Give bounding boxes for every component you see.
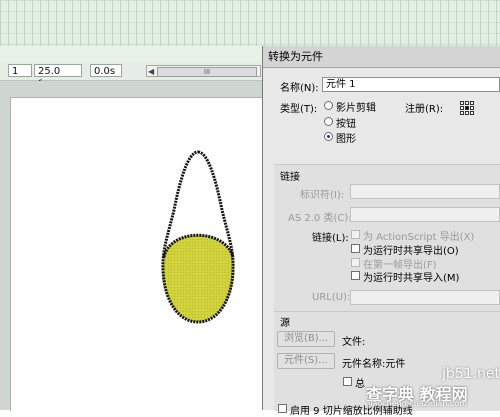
source-section-title: 源 [280,318,290,329]
type-button-label[interactable]: 按钮 [336,115,356,130]
export-for-runtime-sharing-label[interactable]: 为运行时共享导出(O) [363,242,459,257]
symbol-button[interactable]: 元件(S)... [277,353,335,369]
type-graphic-radio[interactable] [324,132,333,141]
as20-class-label: AS 2.0 类(C): [288,213,352,224]
scroll-left-arrow-icon[interactable]: ◀ [148,66,154,77]
import-for-runtime-sharing-checkbox[interactable] [351,271,360,280]
export-for-actionscript-checkbox[interactable] [351,230,360,239]
timeline-scrollbar[interactable]: ◀ III [146,65,261,77]
dialog-title[interactable]: 转换为元件 [263,46,500,68]
timeline-frames[interactable] [0,0,500,47]
always-update-label[interactable]: 总 [355,375,365,390]
type-movieclip-radio[interactable] [324,101,333,110]
registration-label: 注册(R): [405,104,444,115]
timeline-statusbar: 1 25.0 fps 0.0s ◀ III [0,62,262,90]
browse-button[interactable]: 浏览(B)... [277,331,335,347]
selected-shape[interactable] [150,140,246,330]
type-graphic-label[interactable]: 图形 [336,130,356,145]
elapsed-time-field: 0.0s [90,64,122,77]
export-for-runtime-sharing-checkbox[interactable] [351,244,360,253]
type-label: 类型(T): [280,104,318,115]
type-button-radio[interactable] [324,117,333,126]
scale-9-grid-checkbox[interactable] [278,404,287,413]
watermark-url: jiaocheng.chazidian.com [368,399,468,408]
as20-class-field[interactable] [350,207,500,222]
name-label: 名称(N): [280,83,319,94]
export-for-actionscript-label[interactable]: 为 ActionScript 导出(X) [363,228,474,243]
file-label: 文件: [342,337,366,348]
watermark-site: jb51.net [442,366,500,382]
url-field[interactable] [350,290,500,305]
identifier-label: 标识符(I): [300,190,345,201]
scrollbar-thumb[interactable]: III [157,67,257,77]
current-frame-field[interactable]: 1 [8,64,32,77]
linkage-label: 链接(L): [312,233,349,244]
identifier-field[interactable] [350,184,500,199]
url-label: URL(U): [312,292,351,303]
linkage-section-title: 链接 [280,172,300,183]
name-field[interactable]: 元件 1 [322,77,500,92]
always-update-checkbox[interactable] [343,377,352,386]
export-in-first-frame-checkbox[interactable] [351,258,360,267]
frame-rate-field[interactable]: 25.0 fps [34,64,82,90]
import-for-runtime-sharing-label[interactable]: 为运行时共享导入(M) [363,269,459,284]
symbol-name-label: 元件名称:元件 [342,359,406,370]
type-movieclip-label[interactable]: 影片剪辑 [336,99,376,114]
